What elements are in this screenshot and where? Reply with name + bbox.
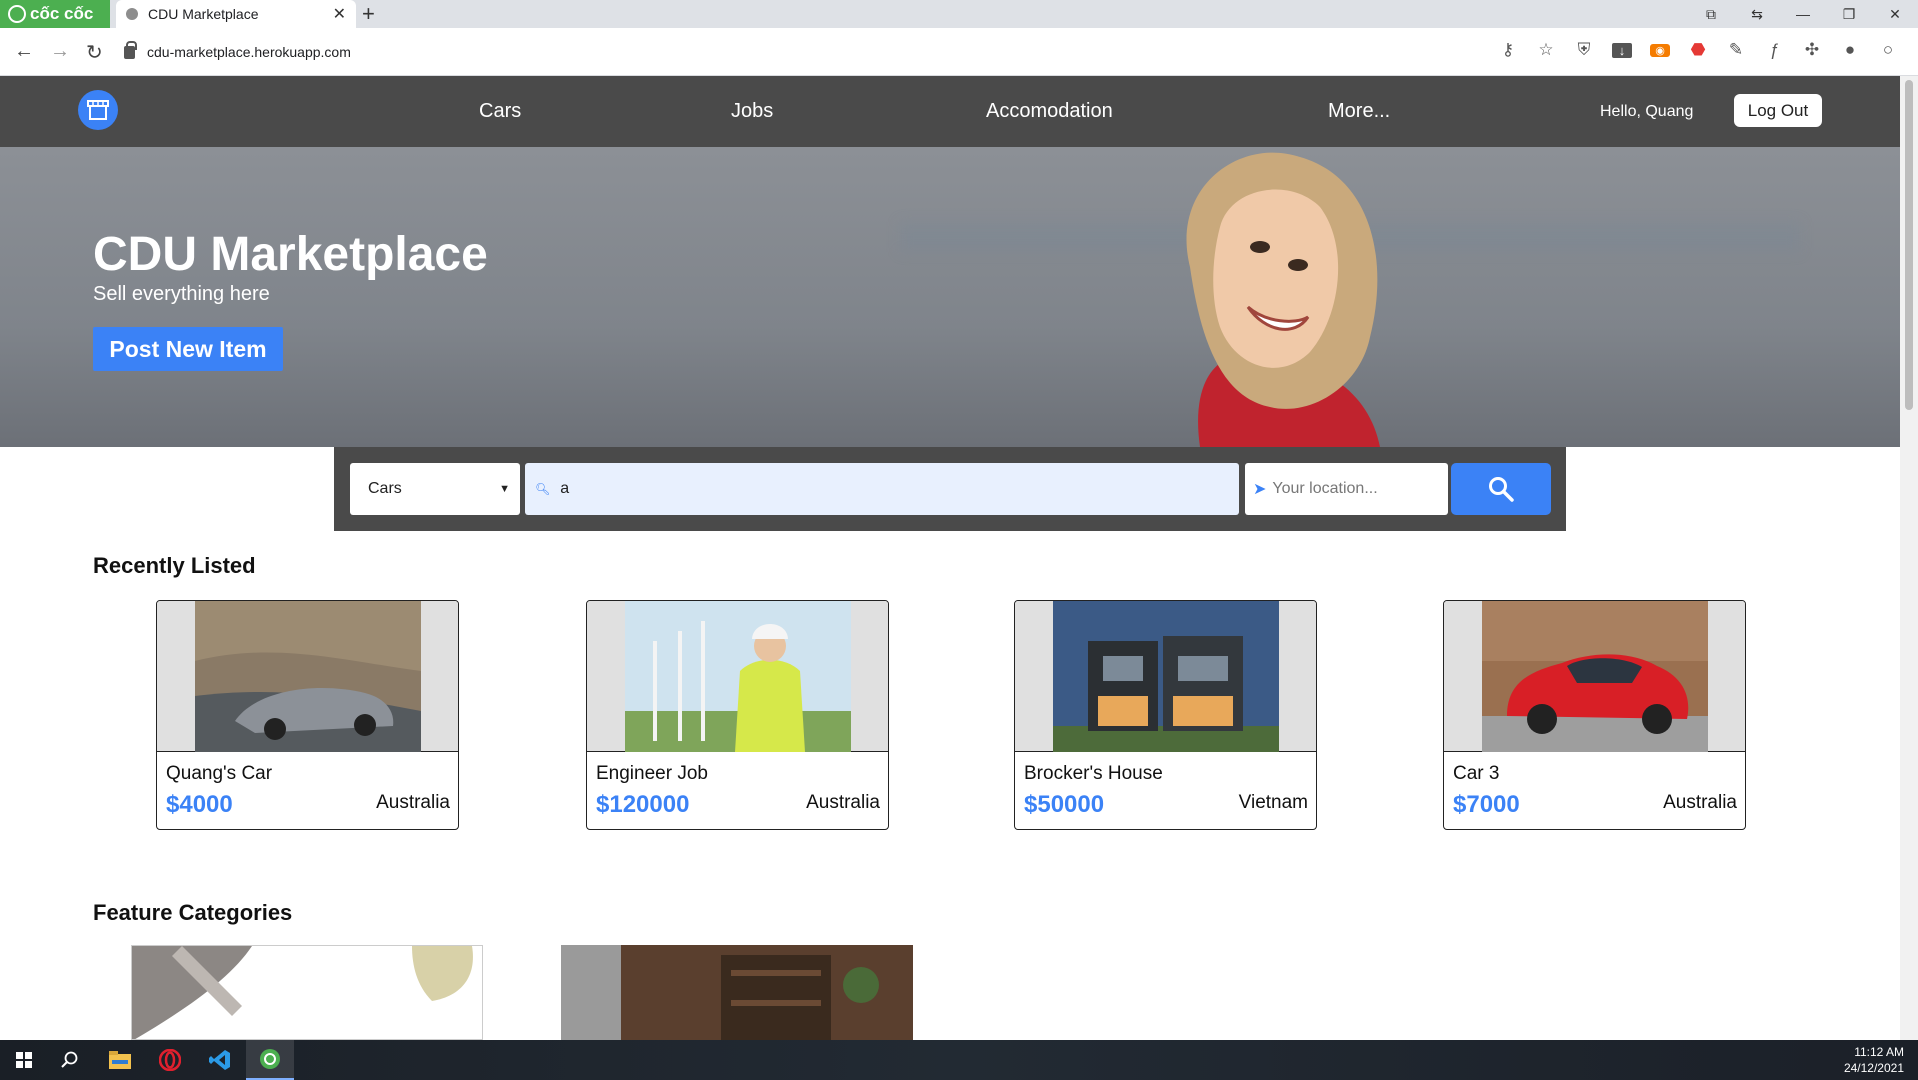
reading-mode-icon[interactable]: ⧉ bbox=[1688, 6, 1734, 23]
url-text: cdu-marketplace.herokuapp.com bbox=[147, 44, 351, 60]
font-extension-icon[interactable]: ƒ bbox=[1764, 40, 1784, 60]
tab-search-icon[interactable]: ⇆ bbox=[1734, 6, 1780, 23]
coccoc-taskbar-icon[interactable] bbox=[246, 1040, 294, 1080]
site-navbar: Cars Jobs Accomodation More... Hello, Qu… bbox=[0, 76, 1900, 147]
listing-location: Australia bbox=[1663, 792, 1737, 813]
location-placeholder: Your location... bbox=[1272, 480, 1378, 497]
profile-avatar-icon[interactable]: ● bbox=[1840, 40, 1860, 60]
listing-image bbox=[587, 601, 888, 752]
listing-title: Engineer Job bbox=[596, 763, 708, 784]
forward-icon[interactable]: → bbox=[50, 40, 70, 63]
tab-title: CDU Marketplace bbox=[148, 6, 259, 22]
opera-browser-icon[interactable] bbox=[146, 1040, 194, 1080]
listing-image bbox=[157, 601, 458, 752]
listing-title: Quang's Car bbox=[166, 763, 273, 784]
tab-close-icon[interactable]: ✕ bbox=[333, 4, 346, 24]
hero-banner: CDU Marketplace Sell everything here Pos… bbox=[0, 147, 1900, 447]
store-logo-icon[interactable] bbox=[78, 90, 118, 130]
listing-location: Australia bbox=[376, 792, 450, 813]
room-interior-photo bbox=[561, 945, 913, 1040]
post-new-item-button[interactable]: Post New Item bbox=[93, 327, 283, 371]
search-input-value: a bbox=[560, 480, 570, 497]
logout-button[interactable]: Log Out bbox=[1734, 94, 1822, 127]
clock-time: 11:12 AM bbox=[1854, 1045, 1904, 1059]
vscode-icon[interactable] bbox=[196, 1040, 244, 1080]
location-arrow-icon: ➤ bbox=[1253, 481, 1267, 498]
search-input[interactable]: 🔍︎ a bbox=[525, 463, 1239, 515]
pen-extension-icon[interactable]: ✎ bbox=[1726, 40, 1746, 60]
browser-tab[interactable]: CDU Marketplace ✕ bbox=[116, 0, 356, 28]
feature-category-card[interactable] bbox=[561, 945, 913, 1040]
search-icon: 🔍︎ bbox=[535, 482, 551, 496]
back-icon[interactable]: ← bbox=[14, 40, 34, 63]
nav-link-accomodation[interactable]: Accomodation bbox=[986, 100, 1113, 123]
listing-card[interactable]: Engineer Job $120000 Australia bbox=[586, 600, 889, 830]
hero-subtitle: Sell everything here bbox=[93, 283, 270, 305]
lock-icon bbox=[124, 40, 137, 59]
listing-image bbox=[1444, 601, 1745, 752]
chevron-down-icon: ▼ bbox=[499, 483, 510, 495]
coccoc-brand-button[interactable]: cốc cốc bbox=[0, 0, 110, 28]
feature-categories-heading: Feature Categories bbox=[93, 900, 293, 925]
listing-card[interactable]: Car 3 $7000 Australia bbox=[1443, 600, 1746, 830]
favicon-icon bbox=[126, 8, 138, 20]
reload-icon[interactable]: ↻ bbox=[86, 40, 103, 65]
coccoc-logo-icon bbox=[8, 5, 26, 23]
location-input[interactable]: ➤ Your location... bbox=[1245, 463, 1448, 515]
listing-price: $4000 bbox=[166, 791, 233, 818]
new-tab-button[interactable]: + bbox=[362, 1, 375, 27]
minimize-icon[interactable]: — bbox=[1780, 6, 1826, 22]
search-submit-button[interactable] bbox=[1451, 463, 1551, 515]
download-icon[interactable]: ↓ bbox=[1612, 42, 1632, 58]
menu-circle-icon[interactable]: ○ bbox=[1878, 40, 1898, 60]
hero-title: CDU Marketplace bbox=[93, 228, 488, 281]
nav-link-more[interactable]: More... bbox=[1328, 100, 1390, 123]
address-bar[interactable]: cdu-marketplace.herokuapp.com bbox=[124, 36, 1484, 68]
key-icon[interactable]: ⚷ bbox=[1498, 40, 1518, 60]
recently-listed-heading: Recently Listed bbox=[93, 553, 256, 578]
windows-taskbar: 11:12 AM 24/12/2021 bbox=[0, 1040, 1918, 1080]
category-select[interactable]: Cars ▼ bbox=[350, 463, 520, 515]
extensions-puzzle-icon[interactable]: ✣ bbox=[1802, 40, 1822, 60]
clock-date: 24/12/2021 bbox=[1843, 1061, 1904, 1075]
search-submit-icon bbox=[1489, 477, 1514, 502]
car-interior-photo bbox=[132, 946, 482, 1039]
hero-woman-photo bbox=[1186, 152, 1380, 447]
scrollbar-thumb[interactable] bbox=[1905, 80, 1913, 410]
bookmark-star-icon[interactable]: ☆ bbox=[1536, 40, 1556, 60]
listing-card[interactable]: Brocker's House $50000 Vietnam bbox=[1014, 600, 1317, 830]
adblock-icon[interactable]: ⬣ bbox=[1688, 40, 1708, 60]
user-greeting: Hello, Quang bbox=[1600, 103, 1694, 120]
listing-price: $120000 bbox=[596, 791, 690, 818]
taskbar-clock[interactable]: 11:12 AM 24/12/2021 bbox=[1844, 1044, 1904, 1076]
listing-location: Australia bbox=[806, 792, 880, 813]
taskbar-search-icon[interactable] bbox=[46, 1040, 94, 1080]
search-bar: Cars ▼ 🔍︎ a ➤ Your location... bbox=[334, 447, 1566, 531]
brand-label: cốc cốc bbox=[30, 4, 94, 23]
listing-card[interactable]: Quang's Car $4000 Australia bbox=[156, 600, 459, 830]
listing-title: Car 3 bbox=[1453, 763, 1500, 784]
windows-start-icon[interactable] bbox=[0, 1040, 48, 1080]
restore-icon[interactable]: ❐ bbox=[1826, 6, 1872, 23]
nav-link-jobs[interactable]: Jobs bbox=[731, 100, 773, 123]
browser-tab-bar: cốc cốc CDU Marketplace ✕ + ⧉ ⇆ — ❐ ✕ bbox=[0, 0, 1918, 28]
rss-icon[interactable]: ◉ bbox=[1650, 43, 1670, 57]
listing-image bbox=[1015, 601, 1316, 752]
category-select-value: Cars bbox=[368, 480, 402, 497]
feature-category-card[interactable] bbox=[131, 945, 483, 1040]
file-explorer-icon[interactable] bbox=[96, 1040, 144, 1080]
browser-toolbar: ← → ↻ cdu-marketplace.herokuapp.com ⚷ ☆ … bbox=[0, 28, 1918, 76]
window-close-icon[interactable]: ✕ bbox=[1872, 6, 1918, 23]
listing-title: Brocker's House bbox=[1024, 763, 1163, 784]
extension-icons: ⚷ ☆ ⛨ ↓ ◉ ⬣ ✎ ƒ ✣ ● ○ bbox=[1498, 40, 1898, 60]
listing-price: $50000 bbox=[1024, 791, 1105, 818]
listing-location: Vietnam bbox=[1238, 792, 1308, 813]
shield-icon[interactable]: ⛨ bbox=[1574, 40, 1594, 60]
window-controls: ⧉ ⇆ — ❐ ✕ bbox=[1688, 0, 1918, 28]
page-scrollbar[interactable] bbox=[1900, 76, 1918, 1040]
listing-price: $7000 bbox=[1453, 791, 1520, 818]
nav-link-cars[interactable]: Cars bbox=[479, 100, 521, 123]
